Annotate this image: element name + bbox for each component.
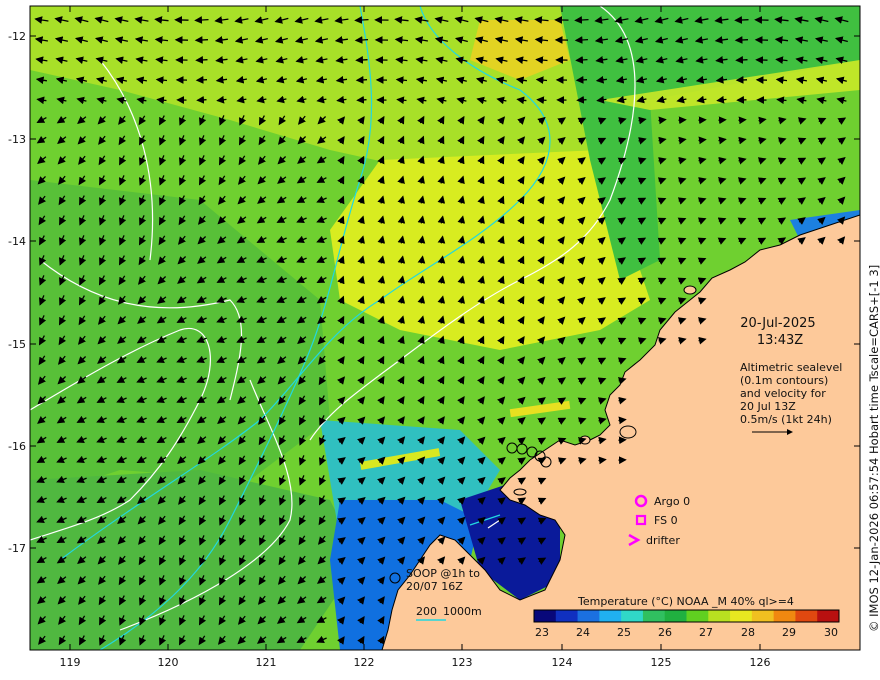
velocity-arrow <box>536 96 547 105</box>
drifter-label: drifter <box>646 534 680 547</box>
date-label: 20-Jul-2025 <box>740 316 815 331</box>
colorbar-segment <box>795 610 818 622</box>
lat-tick-16: -16 <box>8 440 26 453</box>
velocity-arrow <box>735 56 748 64</box>
velocity-arrow <box>738 116 747 125</box>
velocity-arrow <box>575 56 588 64</box>
colorbar-segment <box>621 610 644 622</box>
colorbar-segment <box>664 610 687 622</box>
colorbar-segment <box>751 610 775 622</box>
colorbar-segment <box>686 610 709 622</box>
velocity-arrow <box>576 95 587 104</box>
velocity-arrow <box>196 95 207 104</box>
cbar-tick-24: 24 <box>576 626 590 639</box>
velocity-arrow <box>574 36 589 44</box>
lat-tick-13: -13 <box>8 133 26 146</box>
altimetry-line-3: and velocity for <box>740 387 826 400</box>
plot-area <box>30 6 860 650</box>
argo-label: Argo 0 <box>654 495 690 508</box>
fs-label: FS 0 <box>654 514 678 527</box>
lat-tick-12: -12 <box>8 30 26 43</box>
colorbar <box>534 610 840 622</box>
velocity-arrow <box>575 76 588 84</box>
colorbar-segment <box>642 610 666 622</box>
lat-tick-14: -14 <box>8 235 26 248</box>
velocity-arrow <box>718 116 727 125</box>
colorbar-segment <box>773 610 796 622</box>
altimetry-line-4: 20 Jul 13Z <box>740 400 796 413</box>
cbar-tick-29: 29 <box>782 626 796 639</box>
time-label: 13:43Z <box>757 333 803 348</box>
velocity-arrow <box>618 436 627 445</box>
velocity-arrow <box>355 56 368 64</box>
velocity-arrow <box>195 76 208 84</box>
velocity-arrow <box>354 36 369 44</box>
velocity-arrow <box>355 76 368 84</box>
altimetry-line-2: (0.1m contours) <box>740 374 828 387</box>
sst-map: 119 120 121 122 123 124 125 126 -12 -13 … <box>8 5 880 669</box>
lon-tick-121: 121 <box>256 656 277 669</box>
lon-tick-124: 124 <box>552 656 573 669</box>
colorbar-segment <box>730 610 753 622</box>
colorbar-segment <box>555 610 579 622</box>
lon-tick-120: 120 <box>158 656 179 669</box>
velocity-arrow <box>574 16 589 24</box>
velocity-arrow <box>734 16 749 24</box>
lon-tick-119: 119 <box>60 656 81 669</box>
cbar-tick-30: 30 <box>824 626 838 639</box>
isobath-label-200: 200 <box>416 605 437 618</box>
colorbar-segment <box>577 610 600 622</box>
cbar-tick-25: 25 <box>617 626 631 639</box>
cbar-tick-27: 27 <box>699 626 713 639</box>
velocity-arrow <box>356 95 367 104</box>
velocity-arrow <box>354 16 369 24</box>
velocity-arrow <box>678 116 687 125</box>
soop-line-1: SOOP @1h to <box>406 567 480 580</box>
lon-tick-126: 126 <box>750 656 771 669</box>
altimetry-line-5: 0.5m/s (1kt 24h) <box>740 413 832 426</box>
lon-tick-123: 123 <box>452 656 473 669</box>
colorbar-segment <box>817 610 840 622</box>
velocity-arrow <box>194 36 209 44</box>
colorbar-segment <box>708 610 731 622</box>
lat-tick-15: -15 <box>8 338 26 351</box>
colorbar-segment <box>599 610 622 622</box>
cbar-tick-28: 28 <box>741 626 755 639</box>
cbar-tick-26: 26 <box>658 626 672 639</box>
velocity-arrow <box>194 16 209 24</box>
lon-tick-125: 125 <box>651 656 672 669</box>
velocity-arrow <box>698 116 707 125</box>
velocity-arrow <box>734 36 749 44</box>
lat-tick-17: -17 <box>8 542 26 555</box>
credit-text: © IMOS 12-Jan-2026 06:57:54 Hobart time … <box>867 265 880 632</box>
colorbar-title: Temperature (°C) NOAA _M 40% ql>=4 <box>577 595 794 608</box>
lon-tick-122: 122 <box>354 656 375 669</box>
soop-line-2: 20/07 16Z <box>406 580 463 593</box>
velocity-arrow <box>195 56 208 64</box>
cbar-tick-23: 23 <box>535 626 549 639</box>
colorbar-segment <box>534 610 557 622</box>
isobath-label-1000: 1000m <box>443 605 482 618</box>
altimetry-line-1: Altimetric sealevel <box>740 361 842 374</box>
